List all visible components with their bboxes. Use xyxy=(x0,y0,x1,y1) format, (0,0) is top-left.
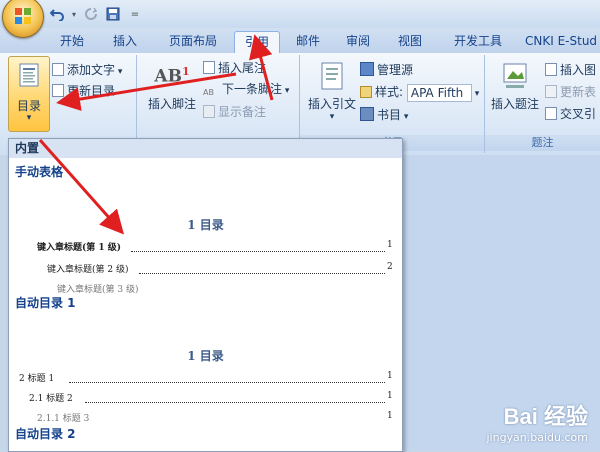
style-icon xyxy=(360,86,372,98)
next-footnote-icon: AB xyxy=(203,88,214,97)
endnote-icon xyxy=(203,61,215,74)
preview-line: 2.1.1 标题 3 xyxy=(37,414,90,424)
tab-page-layout[interactable]: 页面布局 xyxy=(160,31,226,52)
add-text-icon xyxy=(52,63,64,76)
dropdown-arrow-icon[interactable]: ▾ xyxy=(70,5,78,23)
cross-reference-button[interactable]: 交叉引 xyxy=(545,104,596,124)
quick-access-toolbar: ▾ = xyxy=(48,4,144,24)
footnote-icon: AB1 xyxy=(154,65,190,87)
preview-line: 2 标题 1 xyxy=(19,374,55,384)
next-footnote-button[interactable]: AB 下一条脚注 ▾ xyxy=(203,79,289,99)
caption-icon xyxy=(489,61,541,95)
insert-citation-button[interactable]: 插入引文 ▾ xyxy=(304,61,360,122)
tab-developer[interactable]: 开发工具 xyxy=(446,31,510,52)
toc-button[interactable]: 目录 ▾ xyxy=(8,56,50,132)
ribbon-tabs: 开始 插入 页面布局 引用 邮件 审阅 视图 开发工具 CNKI E-Stud xyxy=(0,28,600,54)
cross-reference-icon xyxy=(545,107,557,120)
manual-table-preview[interactable]: 1 目录 键入章标题(第 1 级) 1 键入章标题(第 2 级) 2 键入章标题… xyxy=(9,186,402,295)
document-area[interactable]: Bai 经验 jingyan.baidu.com xyxy=(401,155,600,450)
captions-group: 插入题注 插入图 更新表 交叉引 题注 xyxy=(485,55,600,153)
manage-sources-icon xyxy=(360,62,374,76)
insert-endnote-button[interactable]: 插入尾注 xyxy=(203,58,266,78)
show-notes-icon xyxy=(203,105,215,118)
insert-table-of-figures-button[interactable]: 插入图 xyxy=(545,60,596,80)
bibliography-button[interactable]: 书目 ▾ xyxy=(360,105,408,125)
manage-sources-button[interactable]: 管理源 xyxy=(360,60,413,80)
tab-review[interactable]: 审阅 xyxy=(338,31,378,52)
style-dropdown[interactable]: APA Fifth xyxy=(406,83,472,102)
insert-footnote-button[interactable]: AB1 插入脚注 xyxy=(141,65,203,112)
auto-toc-1-preview[interactable]: 1 目录 2 标题 1 1 2.1 标题 2 1 2.1.1 标题 3 1 xyxy=(9,317,402,424)
tab-home[interactable]: 开始 xyxy=(48,31,96,52)
insert-caption-button[interactable]: 插入题注 xyxy=(489,61,541,112)
redo-icon[interactable] xyxy=(82,5,100,23)
tab-insert[interactable]: 插入 xyxy=(102,31,148,52)
preview-title: 1 目录 xyxy=(187,349,224,363)
captions-group-label: 题注 xyxy=(485,135,600,151)
tab-view[interactable]: 视图 xyxy=(390,31,430,52)
preview-line: 键入章标题(第 1 级) xyxy=(37,243,122,253)
watermark: Bai 经验 jingyan.baidu.com xyxy=(486,404,588,444)
show-notes-button[interactable]: 显示备注 xyxy=(203,102,266,122)
manual-table-header: 手动表格 xyxy=(15,165,64,179)
tab-references[interactable]: 引用 xyxy=(234,31,280,53)
builtin-header: 内置 xyxy=(9,139,402,158)
chevron-down-icon: ▾ xyxy=(26,113,32,123)
tab-cnki[interactable]: CNKI E-Stud xyxy=(525,31,600,52)
update-table-button[interactable]: 更新表 xyxy=(545,82,596,102)
auto-toc-1-header: 自动目录 1 xyxy=(15,296,76,310)
toc-dropdown-gallery: 内置 手动表格 1 目录 键入章标题(第 1 级) 1 键入章标题(第 2 级)… xyxy=(8,138,403,452)
undo-icon[interactable] xyxy=(48,5,66,23)
preview-title: 1 目录 xyxy=(187,218,224,232)
update-icon xyxy=(52,84,64,97)
preview-line: 2.1 标题 2 xyxy=(29,394,73,404)
auto-toc-2-header: 自动目录 2 xyxy=(15,427,76,441)
add-text-button[interactable]: 添加文字 ▾ xyxy=(52,60,122,80)
citation-icon xyxy=(304,61,360,95)
style-selector[interactable]: 样式: APA Fifth ▾ xyxy=(360,82,479,102)
title-bar: ▾ = xyxy=(0,0,600,38)
update-table-icon xyxy=(545,85,557,98)
bibliography-icon xyxy=(360,107,374,121)
table-of-figures-icon xyxy=(545,63,557,76)
tab-mailings[interactable]: 邮件 xyxy=(288,31,328,52)
qat-customize-icon[interactable]: = xyxy=(126,5,144,23)
update-toc-button[interactable]: 更新目录 xyxy=(52,81,115,101)
office-logo-icon xyxy=(15,8,31,24)
save-icon[interactable] xyxy=(104,5,122,23)
toc-icon xyxy=(19,63,39,87)
preview-line: 键入章标题(第 2 级) xyxy=(47,265,129,275)
